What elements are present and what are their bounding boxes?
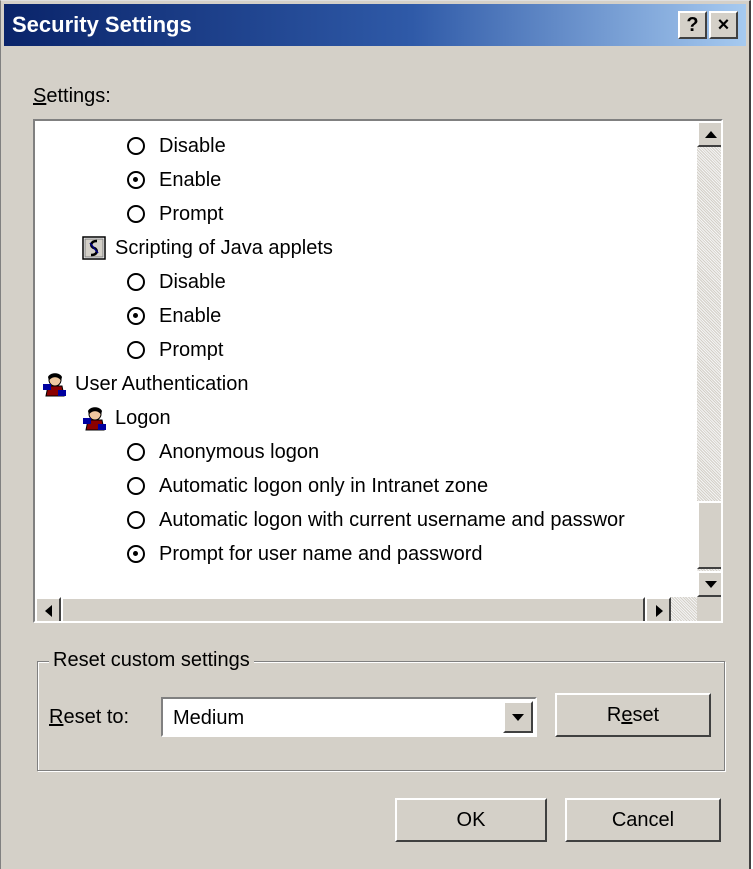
option-label: Disable	[159, 270, 226, 293]
radio-option[interactable]: Prompt	[127, 197, 223, 231]
vertical-scroll-thumb[interactable]	[697, 501, 721, 569]
ok-button[interactable]: OK	[395, 798, 547, 842]
option-label: Enable	[159, 304, 222, 327]
scroll-left-button[interactable]	[35, 597, 61, 621]
radio-button[interactable]	[127, 273, 145, 291]
category-label: User Authentication	[75, 372, 249, 395]
option-label: Automatic logon only in Intranet zone	[159, 474, 489, 497]
radio-button-selected[interactable]	[127, 171, 145, 189]
option-label: Prompt	[159, 202, 224, 225]
security-settings-dialog: Security Settings ? × Settings: Disable …	[0, 0, 751, 869]
scroll-right-button[interactable]	[645, 597, 671, 621]
dialog-title: Security Settings	[12, 12, 192, 37]
arrow-up-icon	[705, 131, 717, 138]
settings-list-content: Disable Enable Prompt Scripting of Java …	[35, 121, 697, 597]
settings-label: Settings:	[33, 85, 111, 107]
scrollbar-corner	[697, 597, 721, 621]
radio-button[interactable]	[127, 443, 145, 461]
radio-button[interactable]	[127, 341, 145, 359]
title-bar[interactable]: Security Settings ? ×	[4, 4, 746, 46]
category-label: Logon	[115, 406, 171, 429]
vertical-scrollbar[interactable]	[697, 121, 721, 597]
radio-button-selected[interactable]	[127, 307, 145, 325]
radio-button[interactable]	[127, 137, 145, 155]
reset-level-dropdown[interactable]: Medium	[161, 697, 537, 737]
dropdown-value: Medium	[173, 707, 245, 729]
option-label: Enable	[159, 168, 222, 191]
settings-list[interactable]: Disable Enable Prompt Scripting of Java …	[33, 119, 723, 623]
radio-button[interactable]	[127, 511, 145, 529]
radio-option[interactable]: Disable	[127, 129, 226, 163]
radio-option[interactable]: Enable	[127, 299, 221, 333]
arrow-left-icon	[45, 605, 52, 617]
scroll-down-button[interactable]	[697, 571, 721, 597]
logon-icon	[83, 407, 106, 431]
help-button[interactable]: ?	[678, 11, 707, 39]
radio-button[interactable]	[127, 477, 145, 495]
horizontal-scrollbar[interactable]	[35, 597, 697, 621]
option-label: Anonymous logon	[159, 440, 320, 463]
category-label: Scripting of Java applets	[115, 236, 333, 259]
option-label: Automatic logon with current username an…	[159, 508, 625, 531]
arrow-down-icon	[705, 581, 717, 588]
horizontal-scroll-thumb[interactable]	[61, 597, 645, 621]
radio-button-selected[interactable]	[127, 545, 145, 563]
option-label: Disable	[159, 134, 226, 157]
radio-option[interactable]: Anonymous logon	[127, 435, 319, 469]
radio-option[interactable]: Prompt	[127, 333, 223, 367]
reset-button[interactable]: Reset	[555, 693, 711, 737]
cancel-button[interactable]: Cancel	[565, 798, 721, 842]
dropdown-button[interactable]	[503, 701, 533, 733]
option-label: Prompt	[159, 338, 224, 361]
script-icon	[82, 236, 106, 260]
radio-option[interactable]: Automatic logon with current username an…	[127, 503, 625, 537]
category-item[interactable]: User Authentication	[41, 367, 248, 401]
chevron-down-icon	[512, 714, 524, 721]
radio-option[interactable]: Disable	[127, 265, 226, 299]
close-button[interactable]: ×	[709, 11, 738, 39]
radio-option[interactable]: Enable	[127, 163, 221, 197]
radio-button[interactable]	[127, 205, 145, 223]
reset-to-label: Reset to:	[49, 706, 130, 728]
group-legend: Reset custom settings	[49, 649, 254, 672]
category-item[interactable]: Logon	[81, 401, 171, 435]
option-label: Prompt for user name and password	[159, 542, 483, 565]
radio-option[interactable]: Automatic logon only in Intranet zone	[127, 469, 488, 503]
user-authentication-icon	[43, 373, 66, 397]
scroll-up-button[interactable]	[697, 121, 721, 147]
radio-option[interactable]: Prompt for user name and password	[127, 537, 483, 571]
category-item[interactable]: Scripting of Java applets	[81, 231, 333, 265]
arrow-right-icon	[656, 605, 663, 617]
